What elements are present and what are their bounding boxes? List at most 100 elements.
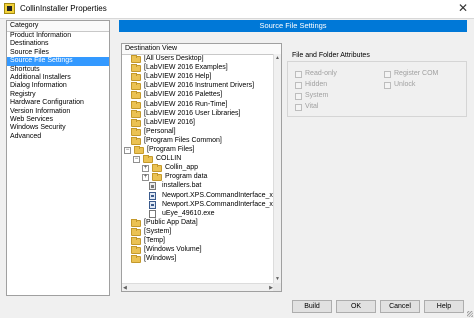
window-title: CollinInstaller Properties: [20, 4, 107, 13]
category-item-dialog-information[interactable]: Dialog Information: [7, 82, 109, 90]
category-item-destinations[interactable]: Destinations: [7, 40, 109, 48]
folder-icon: [131, 109, 141, 118]
close-icon[interactable]: ✕: [458, 1, 468, 15]
attributes-group: Read-only Hidden System Vital Register C…: [287, 61, 467, 117]
tree-item-label: Newport.XPS.CommandInterface_x8: [162, 200, 274, 208]
folder-icon: [131, 227, 141, 236]
category-list[interactable]: Category Product Information Destinations…: [6, 20, 110, 296]
tree-item-label: [LabVIEW 2016 User Libraries]: [144, 109, 241, 117]
tree-item-label: [Temp]: [144, 237, 166, 244]
tree-item-label: [Program Files]: [147, 146, 195, 153]
folder-icon: [131, 246, 141, 255]
destination-view-tree[interactable]: Destination View [All Users Desktop] [Lab…: [121, 43, 282, 292]
category-item-additional-installers[interactable]: Additional Installers: [7, 74, 109, 82]
unlock-label: Unlock: [394, 81, 416, 88]
category-item-product-information[interactable]: Product Information: [7, 32, 109, 40]
tree-item[interactable]: [LabVIEW 2016]: [122, 118, 272, 127]
cancel-button[interactable]: Cancel: [380, 300, 420, 313]
hidden-checkbox[interactable]: [295, 82, 302, 89]
unlock-checkbox[interactable]: [384, 82, 391, 89]
register-com-label: Register COM: [394, 70, 439, 77]
tree-item[interactable]: [Public App Data]: [122, 218, 272, 227]
folder-icon: [134, 146, 144, 154]
tree-item[interactable]: [Temp]: [122, 237, 272, 245]
tree-item-label: [LabVIEW 2016 Help]: [144, 73, 212, 81]
help-button[interactable]: Help: [424, 300, 464, 313]
category-item-web-services[interactable]: Web Services: [7, 116, 109, 124]
system-checkbox[interactable]: [295, 93, 302, 100]
app-icon: [4, 3, 15, 14]
destination-view-header[interactable]: Destination View: [122, 44, 281, 55]
tree-item[interactable]: − [Program Files]: [122, 146, 272, 154]
folder-icon: [131, 136, 141, 145]
folder-icon: [131, 127, 141, 136]
resize-grip[interactable]: [467, 311, 473, 317]
tree-item[interactable]: + Program data: [122, 173, 272, 182]
tree-item[interactable]: [System]: [122, 227, 272, 236]
category-item-registry[interactable]: Registry: [7, 91, 109, 99]
tree-item[interactable]: uEye_49610.exe: [122, 209, 272, 218]
tree-item[interactable]: − COLLIN: [122, 155, 272, 164]
system-label: System: [305, 92, 329, 99]
ok-button[interactable]: OK: [336, 300, 376, 313]
read-only-checkbox[interactable]: [295, 71, 302, 78]
category-item-source-files[interactable]: Source Files: [7, 49, 109, 57]
tree-item[interactable]: [Windows]: [122, 255, 272, 264]
scroll-corner: [273, 283, 281, 291]
folder-icon: [152, 164, 162, 173]
build-button[interactable]: Build: [292, 300, 332, 313]
folder-icon: [131, 255, 141, 264]
folder-icon: [131, 118, 141, 127]
folder-icon: [131, 91, 141, 100]
tree-item-label: Collin_app: [165, 164, 199, 172]
page-title-banner: Source File Settings: [119, 20, 467, 32]
register-com-checkbox[interactable]: [384, 71, 391, 78]
category-item-source-file-settings[interactable]: Source File Settings: [7, 57, 109, 66]
expand-icon[interactable]: +: [142, 165, 149, 173]
expand-icon[interactable]: +: [142, 174, 149, 182]
tree-item[interactable]: [All Users Desktop]: [122, 55, 272, 63]
tree-item[interactable]: [LabVIEW 2016 Instrument Drivers]: [122, 82, 272, 91]
tree-item[interactable]: [LabVIEW 2016 Help]: [122, 73, 272, 82]
tree-item[interactable]: [Windows Volume]: [122, 246, 272, 255]
category-item-shortcuts[interactable]: Shortcuts: [7, 66, 109, 74]
scroll-up-icon[interactable]: ▲: [275, 55, 280, 61]
category-item-advanced[interactable]: Advanced: [7, 133, 109, 141]
tree-item[interactable]: [LabVIEW 2016 User Libraries]: [122, 109, 272, 118]
category-item-windows-security[interactable]: Windows Security: [7, 124, 109, 132]
vital-label: Vital: [305, 103, 319, 110]
tree-item-label: COLLIN: [156, 155, 182, 163]
folder-icon: [131, 237, 141, 245]
tree-item-label: [Program Files Common]: [144, 136, 222, 144]
vertical-scrollbar[interactable]: ▲ ▼: [273, 54, 281, 283]
tree-item-label: [LabVIEW 2016 Run-Time]: [144, 100, 228, 108]
vital-checkbox[interactable]: [295, 104, 302, 111]
tree-item[interactable]: [LabVIEW 2016 Run-Time]: [122, 100, 272, 109]
collapse-icon[interactable]: −: [133, 156, 140, 164]
file-icon: [149, 209, 156, 218]
tree-item[interactable]: [LabVIEW 2016 Examples]: [122, 64, 272, 73]
tree-item[interactable]: installers.bat: [122, 182, 272, 191]
tree-item-label: uEye_49610.exe: [162, 209, 215, 217]
tree-item-label: [System]: [144, 227, 172, 235]
horizontal-scrollbar[interactable]: ◀ ▶: [122, 283, 274, 291]
tree-item[interactable]: + Collin_app: [122, 164, 272, 173]
scroll-down-icon[interactable]: ▼: [275, 276, 280, 282]
hidden-label: Hidden: [305, 81, 328, 88]
tree-item[interactable]: [Personal]: [122, 127, 272, 136]
tree-item-label: [LabVIEW 2016 Instrument Drivers]: [144, 82, 255, 90]
tree-item[interactable]: [LabVIEW 2016 Palettes]: [122, 91, 272, 100]
tree-item[interactable]: [Program Files Common]: [122, 136, 272, 145]
tree-item-label: [LabVIEW 2016]: [144, 118, 195, 126]
vi-file-icon: [149, 200, 156, 209]
tree-item[interactable]: Newport.XPS.CommandInterface_x6: [122, 191, 274, 200]
category-header[interactable]: Category: [7, 21, 109, 32]
read-only-label: Read-only: [305, 70, 337, 77]
category-item-version-information[interactable]: Version Information: [7, 108, 109, 116]
tree-item[interactable]: Newport.XPS.CommandInterface_x8: [122, 200, 274, 209]
folder-icon: [131, 218, 141, 227]
category-item-hardware-configuration[interactable]: Hardware Configuration: [7, 99, 109, 107]
folder-icon: [152, 173, 162, 182]
scroll-left-icon[interactable]: ◀: [123, 285, 127, 291]
collapse-icon[interactable]: −: [124, 147, 131, 154]
